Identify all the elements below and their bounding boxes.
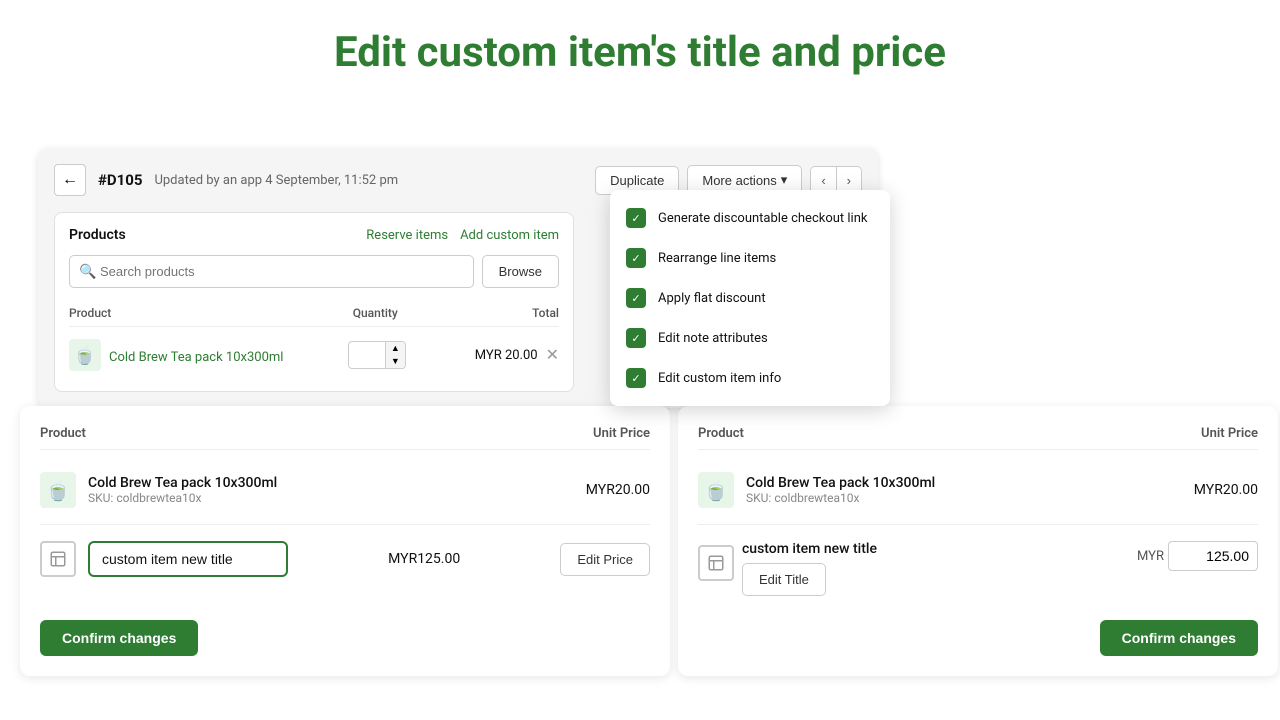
search-input[interactable] (69, 255, 474, 288)
br-custom-row: custom item new title Edit Title MYR (698, 533, 1258, 604)
products-title: Products (69, 227, 126, 243)
search-input-wrap: 🔍 (69, 255, 474, 288)
bl-custom-row: MYR125.00 Edit Price (40, 533, 650, 585)
row-divider (40, 524, 650, 525)
reserve-items-link[interactable]: Reserve items (366, 228, 448, 243)
search-icon: 🔍 (79, 264, 96, 280)
products-links: Reserve items Add custom item (366, 228, 559, 243)
custom-item-title: custom item new title (742, 541, 1129, 557)
product-name-link[interactable]: Cold Brew Tea pack 10x300ml (109, 350, 283, 365)
bl-table-header: Product Unit Price (40, 426, 650, 450)
confirm-changes-button[interactable]: Confirm changes (40, 620, 198, 656)
product-name: Cold Brew Tea pack 10x300ml (88, 475, 574, 491)
bl-col-product: Product (40, 426, 86, 441)
product-sku: SKU: coldbrewtea10x (88, 491, 574, 505)
check-icon: ✓ (626, 288, 646, 308)
table-row: 🍵 Cold Brew Tea pack 10x300ml 1 ▲ ▼ MYR … (69, 333, 559, 377)
dropdown-item-generate[interactable]: ✓ Generate discountable checkout link (610, 198, 890, 238)
product-sku: SKU: coldbrewtea10x (746, 491, 1182, 505)
browse-button[interactable]: Browse (482, 255, 559, 288)
check-icon: ✓ (626, 328, 646, 348)
product-info: Cold Brew Tea pack 10x300ml SKU: coldbre… (88, 475, 574, 505)
delete-row-button[interactable]: ✕ (546, 345, 559, 365)
product-name: Cold Brew Tea pack 10x300ml (746, 475, 1182, 491)
product-thumbnail: 🍵 (69, 339, 101, 371)
table-header: Product Quantity Total (69, 300, 559, 327)
row-divider (698, 524, 1258, 525)
br-product-row: 🍵 Cold Brew Tea pack 10x300ml SKU: coldb… (698, 464, 1258, 516)
qty-arrows: ▲ ▼ (385, 342, 405, 368)
bl-product-row: 🍵 Cold Brew Tea pack 10x300ml SKU: coldb… (40, 464, 650, 516)
custom-title-input[interactable] (88, 541, 288, 577)
quantity-control: 1 ▲ ▼ (348, 341, 406, 369)
add-custom-item-link[interactable]: Add custom item (460, 228, 559, 243)
products-header: Products Reserve items Add custom item (69, 227, 559, 243)
edit-title-button[interactable]: Edit Title (742, 563, 826, 596)
check-icon: ✓ (626, 248, 646, 268)
product-total: MYR 20.00 (430, 348, 537, 363)
products-section: Products Reserve items Add custom item 🔍… (54, 212, 574, 392)
product-icon: 🍵 (40, 472, 76, 508)
page-title: Edit custom item's title and price (0, 0, 1280, 101)
qty-up-button[interactable]: ▲ (386, 342, 405, 355)
custom-item-icon (40, 541, 76, 577)
dropdown-item-rearrange[interactable]: ✓ Rearrange line items (610, 238, 890, 278)
bottom-right-card: Product Unit Price 🍵 Cold Brew Tea pack … (678, 406, 1278, 676)
dropdown-item-note-attributes[interactable]: ✓ Edit note attributes (610, 318, 890, 358)
product-unit-price: MYR20.00 (586, 482, 650, 498)
chevron-down-icon: ▾ (781, 172, 788, 188)
qty-down-button[interactable]: ▼ (386, 355, 405, 368)
search-row: 🔍 Browse (69, 255, 559, 288)
dropdown-item-flat-discount[interactable]: ✓ Apply flat discount (610, 278, 890, 318)
br-col-product: Product (698, 426, 744, 441)
quantity-input[interactable]: 1 (349, 344, 385, 367)
custom-unit-price: MYR125.00 (388, 551, 460, 567)
order-meta: Updated by an app 4 September, 11:52 pm (154, 173, 398, 188)
dropdown-menu: ✓ Generate discountable checkout link ✓ … (610, 190, 890, 406)
col-total-header: Total (437, 306, 560, 320)
product-icon: 🍵 (698, 472, 734, 508)
col-product-header: Product (69, 306, 314, 320)
bottom-left-card: Product Unit Price 🍵 Cold Brew Tea pack … (20, 406, 670, 676)
back-button[interactable]: ← (54, 164, 86, 196)
confirm-changes-button-right[interactable]: Confirm changes (1100, 620, 1258, 656)
product-unit-price: MYR20.00 (1194, 482, 1258, 498)
custom-item-icon (698, 545, 734, 581)
price-input-wrap: MYR (1137, 541, 1258, 571)
price-input[interactable] (1168, 541, 1258, 571)
order-id: #D105 (98, 171, 142, 189)
product-info: Cold Brew Tea pack 10x300ml SKU: coldbre… (746, 475, 1182, 505)
currency-label: MYR (1137, 549, 1164, 564)
check-icon: ✓ (626, 368, 646, 388)
bl-col-unit-price: Unit Price (593, 426, 650, 441)
col-quantity-header: Quantity (314, 306, 437, 320)
edit-price-button[interactable]: Edit Price (560, 543, 650, 576)
br-table-header: Product Unit Price (698, 426, 1258, 450)
dropdown-item-custom-item-info[interactable]: ✓ Edit custom item info (610, 358, 890, 398)
br-col-unit-price: Unit Price (1201, 426, 1258, 441)
check-icon: ✓ (626, 208, 646, 228)
